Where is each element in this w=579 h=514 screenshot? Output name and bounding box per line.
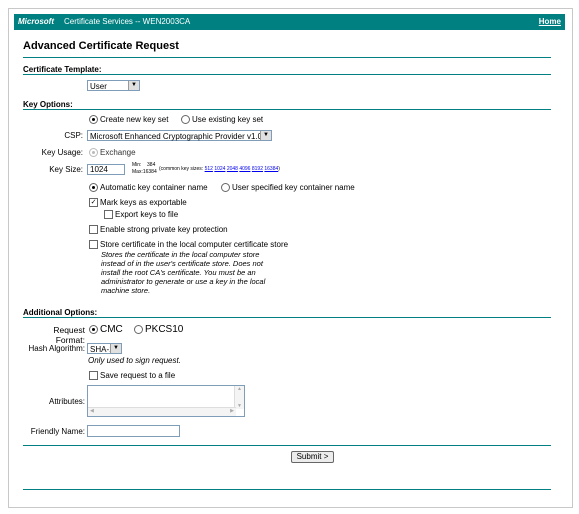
store-local-machine-label: Store certificate in the local computer … xyxy=(100,240,289,249)
horizontal-scrollbar[interactable]: ◀ ▶ xyxy=(88,407,236,416)
cmc-option[interactable]: CMC xyxy=(89,324,123,335)
hash-algorithm-note: Only used to sign request. xyxy=(88,356,181,365)
scroll-right-icon[interactable]: ▶ xyxy=(230,408,234,414)
key-options-divider xyxy=(23,109,551,110)
additional-options-heading: Additional Options: xyxy=(23,308,98,317)
checkbox-icon xyxy=(104,210,113,220)
certificate-template-value: User xyxy=(90,82,107,91)
strong-key-protection-checkbox[interactable]: Enable strong private key protection xyxy=(89,225,228,235)
radio-selected-icon xyxy=(89,324,98,334)
certificate-template-heading: Certificate Template: xyxy=(23,65,102,74)
common-key-sizes-label: (common key sizes: xyxy=(159,166,204,172)
attributes-textarea[interactable]: ▲ ▼ ◀ ▶ xyxy=(87,385,245,417)
checkbox-icon xyxy=(89,225,98,235)
strong-key-protection-label: Enable strong private key protection xyxy=(100,225,228,234)
create-new-key-set-label: Create new key set xyxy=(100,115,169,124)
key-usage-value: Exchange xyxy=(100,148,136,157)
request-format-label: Request Format: xyxy=(53,325,85,345)
submit-button[interactable]: Submit > xyxy=(291,451,334,463)
store-local-machine-checkbox[interactable]: Store certificate in the local computer … xyxy=(89,240,289,250)
checkbox-icon xyxy=(89,240,98,250)
automatic-container-name-option[interactable]: Automatic key container name xyxy=(89,183,208,193)
title-divider xyxy=(23,57,551,58)
radio-selected-icon xyxy=(89,183,98,193)
key-size-link[interactable]: 512 xyxy=(205,166,213,172)
hash-algorithm-select[interactable]: SHA-1 ▼ xyxy=(87,343,122,354)
key-size-min: Min: 384 xyxy=(132,162,155,168)
header-banner: Microsoft Certificate Services -- WEN200… xyxy=(14,14,565,30)
friendly-name-label: Friendly Name: xyxy=(30,427,85,436)
pkcs10-option[interactable]: PKCS10 xyxy=(134,324,183,335)
page-title: Advanced Certificate Request xyxy=(23,40,179,52)
export-keys-to-file-checkbox[interactable]: Export keys to file xyxy=(104,210,179,220)
csp-select[interactable]: Microsoft Enhanced Cryptographic Provide… xyxy=(87,130,272,141)
key-size-label: Key Size: xyxy=(49,165,83,174)
min-value: 384 xyxy=(147,162,156,168)
store-local-machine-note: Stores the certificate in the local comp… xyxy=(101,250,266,295)
scroll-down-icon[interactable]: ▼ xyxy=(235,403,244,409)
certificate-template-select[interactable]: User ▼ xyxy=(87,80,140,91)
additional-options-divider xyxy=(23,317,551,318)
brand-name: Microsoft xyxy=(18,17,54,26)
radio-icon xyxy=(181,115,190,125)
use-existing-key-set-option[interactable]: Use existing key set xyxy=(181,115,264,125)
scroll-up-icon[interactable]: ▲ xyxy=(235,386,244,392)
mark-keys-exportable-checkbox[interactable]: ✓ Mark keys as exportable xyxy=(89,198,187,208)
key-size-link[interactable]: 2048 xyxy=(227,166,238,172)
key-options-heading: Key Options: xyxy=(23,100,73,109)
friendly-name-input[interactable] xyxy=(87,425,180,437)
automatic-container-name-label: Automatic key container name xyxy=(100,183,208,192)
common-key-sizes: (common key sizes: 512 1024 2048 4096 81… xyxy=(159,166,280,172)
key-size-max: Max:16384 xyxy=(132,169,157,175)
vertical-scrollbar[interactable]: ▲ ▼ xyxy=(234,386,244,409)
banner-title: Certificate Services -- WEN2003CA xyxy=(64,17,191,26)
pkcs10-label: PKCS10 xyxy=(145,324,184,335)
user-container-name-label: User specified key container name xyxy=(232,183,355,192)
key-usage-label: Key Usage: xyxy=(41,148,83,157)
key-size-link[interactable]: 1024 xyxy=(214,166,225,172)
chevron-down-icon: ▼ xyxy=(110,344,121,353)
radio-selected-icon xyxy=(89,115,98,125)
save-request-to-file-checkbox[interactable]: Save request to a file xyxy=(89,371,176,381)
use-existing-key-set-label: Use existing key set xyxy=(192,115,264,124)
key-usage-exchange-option: Exchange xyxy=(89,148,136,158)
checkbox-icon xyxy=(89,371,98,381)
radio-disabled-icon xyxy=(89,148,98,158)
attributes-label: Attributes: xyxy=(48,397,85,406)
radio-icon xyxy=(221,183,230,193)
save-request-to-file-label: Save request to a file xyxy=(100,371,176,380)
mark-keys-exportable-label: Mark keys as exportable xyxy=(100,198,187,207)
submit-divider xyxy=(23,445,551,446)
csp-label: CSP: xyxy=(64,131,83,140)
common-key-sizes-close: ) xyxy=(278,166,280,172)
footer-divider xyxy=(23,489,551,490)
template-divider xyxy=(23,74,551,75)
max-value: 16384 xyxy=(142,169,157,175)
chevron-down-icon: ▼ xyxy=(128,81,139,90)
key-size-link[interactable]: 8192 xyxy=(252,166,263,172)
key-size-link[interactable]: 16384 xyxy=(264,166,278,172)
scroll-left-icon[interactable]: ◀ xyxy=(90,408,94,414)
cmc-label: CMC xyxy=(100,324,123,335)
user-container-name-option[interactable]: User specified key container name xyxy=(221,183,355,193)
export-keys-to-file-label: Export keys to file xyxy=(115,210,179,219)
csp-value: Microsoft Enhanced Cryptographic Provide… xyxy=(90,132,263,141)
radio-icon xyxy=(134,324,143,334)
create-new-key-set-option[interactable]: Create new key set xyxy=(89,115,169,125)
chevron-down-icon: ▼ xyxy=(260,131,271,140)
key-size-input[interactable]: 1024 xyxy=(87,164,125,175)
min-label: Min: xyxy=(132,162,142,168)
hash-algorithm-label: Hash Algorithm: xyxy=(28,344,85,353)
key-size-link[interactable]: 4096 xyxy=(239,166,250,172)
checkmark-icon: ✓ xyxy=(89,198,98,208)
max-label: Max: xyxy=(132,169,143,175)
home-link[interactable]: Home xyxy=(539,17,561,26)
